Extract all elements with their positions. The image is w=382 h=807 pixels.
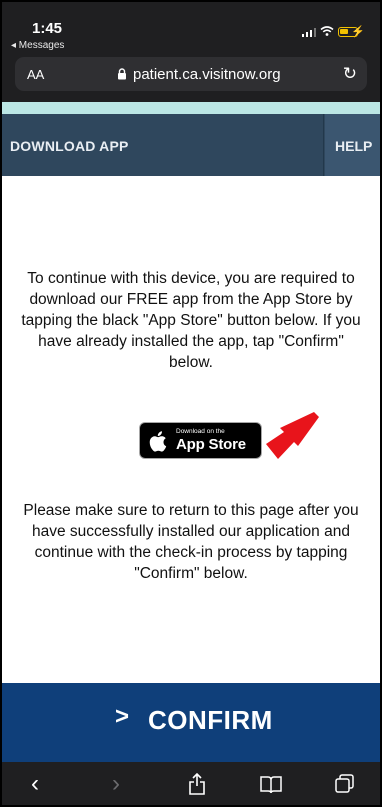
- return-instructions: Please make sure to return to this page …: [23, 502, 359, 582]
- phone-screen: 1:45 ◂ Messages ⚡ AA patient.ca.visitnow…: [0, 0, 382, 807]
- cellular-signal-icon: [301, 27, 316, 37]
- app-store-small-text: Download on the: [176, 428, 225, 435]
- lock-icon: [118, 68, 126, 80]
- reload-icon[interactable]: ↻: [343, 64, 357, 84]
- text-size-button[interactable]: AA: [27, 67, 44, 82]
- header-accent-strip: [2, 102, 380, 114]
- browser-toolbar: ‹ ›: [2, 762, 380, 805]
- url-text[interactable]: patient.ca.visitnow.org: [133, 66, 281, 83]
- charging-bolt-icon: ⚡: [351, 25, 365, 38]
- app-store-button[interactable]: Download on the App Store: [139, 422, 262, 459]
- bookmarks-icon[interactable]: [260, 775, 282, 795]
- nav-help[interactable]: HELP: [325, 114, 380, 176]
- nav-help-label: HELP: [335, 138, 373, 154]
- battery-icon: ⚡: [338, 26, 365, 38]
- confirm-label: CONFIRM: [148, 705, 273, 735]
- confirm-button[interactable]: > CONFIRM: [2, 683, 380, 762]
- back-to-messages-link[interactable]: ◂ Messages: [11, 40, 64, 51]
- wifi-icon: [320, 26, 334, 37]
- apple-logo-icon: [149, 431, 167, 452]
- status-icons: ⚡: [301, 26, 365, 38]
- red-pointer-arrow-icon: [266, 412, 319, 459]
- nav-download-label: DOWNLOAD APP: [10, 138, 129, 154]
- back-chevron-icon[interactable]: ‹: [31, 770, 39, 798]
- app-store-label: App Store: [176, 436, 246, 453]
- share-icon[interactable]: [188, 773, 206, 795]
- nav-download-app[interactable]: DOWNLOAD APP: [2, 114, 324, 176]
- chevron-right-icon: >: [115, 703, 130, 730]
- site-nav: DOWNLOAD APP HELP: [2, 114, 380, 176]
- address-bar[interactable]: AA patient.ca.visitnow.org ↻: [15, 57, 367, 91]
- download-instructions: To continue with this device, you are re…: [21, 270, 361, 371]
- browser-chrome: 1:45 ◂ Messages ⚡ AA patient.ca.visitnow…: [2, 2, 380, 102]
- forward-chevron-icon[interactable]: ›: [112, 770, 120, 798]
- status-time: 1:45: [32, 20, 63, 37]
- tabs-icon[interactable]: [335, 774, 355, 794]
